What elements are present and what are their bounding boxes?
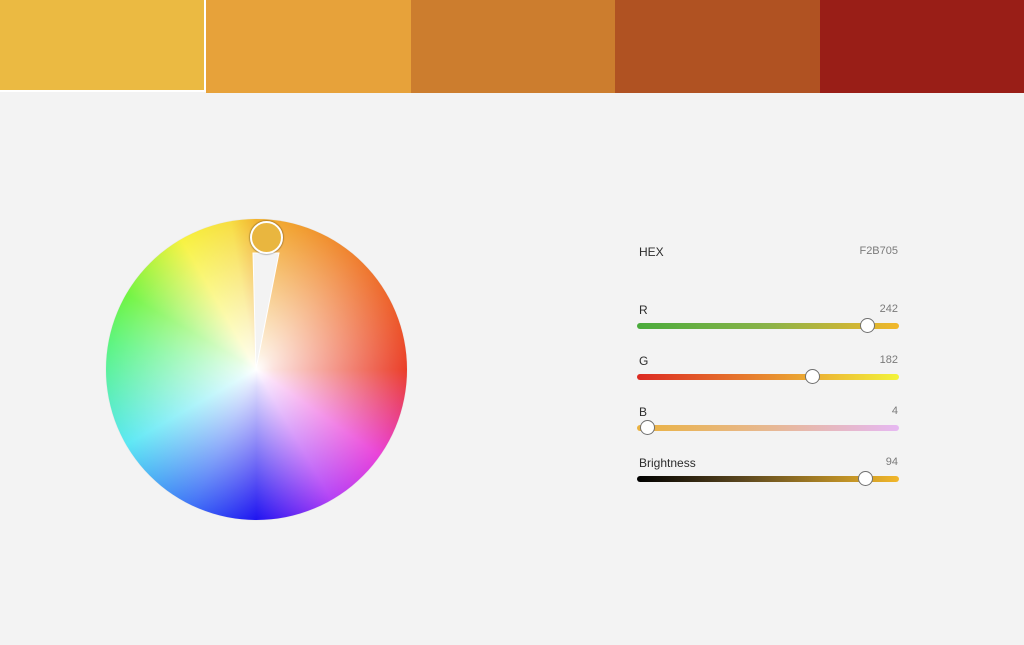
color-wheel-handle[interactable]	[250, 221, 283, 254]
slider-b-thumb[interactable]	[640, 420, 655, 435]
slider-r-value[interactable]: 242	[880, 303, 898, 315]
slider-brightness-label: Brightness	[639, 456, 696, 470]
hex-row: HEX F2B705	[637, 245, 899, 265]
slider-g-track[interactable]	[637, 374, 899, 380]
swatch-strip	[0, 0, 1024, 93]
slider-b-value[interactable]: 4	[892, 405, 898, 417]
slider-r: R 242	[637, 303, 899, 343]
color-wheel-area	[106, 219, 407, 520]
slider-brightness-thumb[interactable]	[858, 471, 873, 486]
swatch-2[interactable]	[206, 0, 411, 93]
hex-value-field[interactable]: F2B705	[859, 245, 898, 257]
slider-b-track[interactable]	[637, 425, 899, 431]
slider-g: G 182	[637, 354, 899, 394]
slider-r-label: R	[639, 303, 648, 317]
slider-b-label: B	[639, 405, 648, 419]
slider-brightness: Brightness 94	[637, 456, 899, 496]
slider-g-value[interactable]: 182	[880, 354, 898, 366]
color-wheel[interactable]	[106, 219, 407, 520]
swatch-5[interactable]	[819, 0, 1024, 93]
slider-r-thumb[interactable]	[860, 318, 875, 333]
swatch-4[interactable]	[615, 0, 820, 93]
slider-g-label: G	[639, 354, 649, 368]
swatch-3[interactable]	[410, 0, 616, 93]
slider-brightness-value[interactable]: 94	[886, 456, 898, 468]
hex-label: HEX	[639, 245, 664, 259]
color-values-panel: HEX F2B705 R 242 G 182 B 4 Brightness 94	[637, 245, 899, 486]
slider-g-thumb[interactable]	[805, 369, 820, 384]
slider-b: B 4	[637, 405, 899, 445]
swatch-1[interactable]	[0, 0, 207, 92]
